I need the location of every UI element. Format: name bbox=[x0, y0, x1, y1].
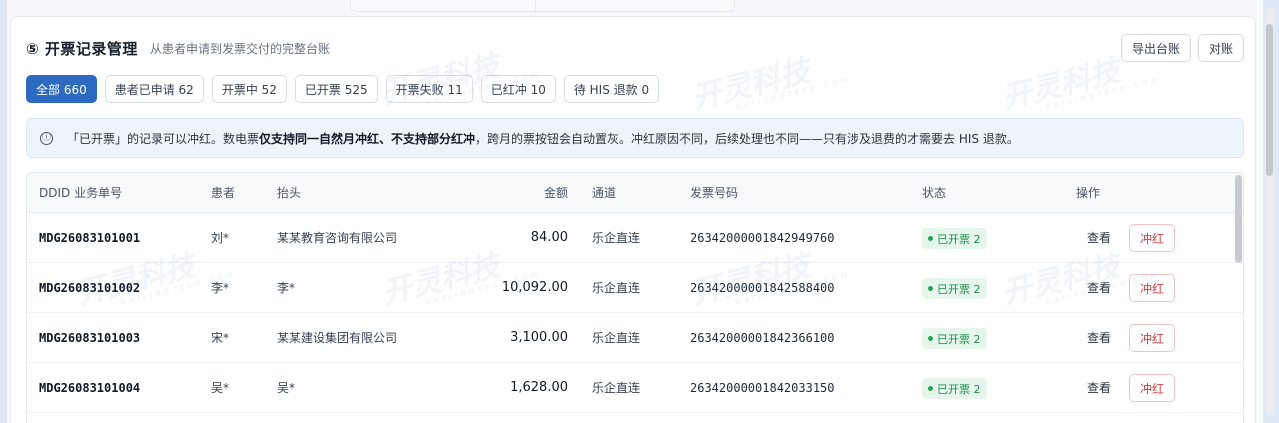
table-row: MDG26083101001 刘* 某某教育咨询有限公司 84.00 乐企直连 … bbox=[27, 213, 1243, 263]
invoice-records-table: DDID 业务单号 患者 抬头 金额 通道 发票号码 状态 操作 MDG2608… bbox=[26, 172, 1244, 423]
table-row: MDG26083101003 宋* 某某建设集团有限公司 3,100.00 乐企… bbox=[27, 313, 1243, 363]
status-badge: 已开票 2 bbox=[922, 378, 987, 399]
view-button[interactable]: 查看 bbox=[1087, 213, 1111, 263]
view-button[interactable]: 查看 bbox=[1087, 313, 1111, 363]
col-header-payer: 抬头 bbox=[277, 186, 302, 200]
cell-id: MDG26083101002 bbox=[39, 281, 141, 295]
view-button[interactable]: 查看 bbox=[1087, 363, 1111, 413]
cell-id: MDG26083101001 bbox=[39, 231, 141, 245]
status-badge: 已开票 2 bbox=[922, 278, 987, 299]
tab-pending-his-refund[interactable]: 待 HIS 退款 0 bbox=[563, 75, 660, 103]
section-header: ⑤ 开票记录管理 从患者申请到发票交付的完整台账 bbox=[26, 36, 330, 60]
red-reverse-button[interactable]: 冲红 bbox=[1129, 374, 1175, 402]
cell-invoice-number: 26342000001842366100 bbox=[690, 331, 835, 345]
tab-invoicing[interactable]: 开票中 52 bbox=[211, 75, 287, 103]
info-icon: ⓘ bbox=[40, 131, 53, 145]
cell-patient: 吴* bbox=[211, 381, 230, 395]
table-row: MDG26083101002 李* 李* 10,092.00 乐企直连 2634… bbox=[27, 263, 1243, 313]
status-dot-icon bbox=[928, 386, 933, 391]
col-header-actions: 操作 bbox=[1076, 186, 1101, 200]
status-badge: 已开票 2 bbox=[922, 328, 987, 349]
status-dot-icon bbox=[928, 236, 933, 241]
cell-id: MDG26083101004 bbox=[39, 381, 141, 395]
notice-text: 「已开票」的记录可以冲红。数电票仅支持同一自然月冲红、不支持部分红冲，跨月的票按… bbox=[67, 131, 1019, 146]
cell-channel: 乐企直连 bbox=[592, 281, 641, 295]
cell-channel: 乐企直连 bbox=[592, 231, 641, 245]
tab-invoiced[interactable]: 已开票 525 bbox=[294, 75, 378, 103]
col-header-id: DDID 业务单号 bbox=[39, 186, 123, 200]
section-title: ⑤ 开票记录管理 bbox=[26, 39, 138, 58]
red-reverse-button[interactable]: 冲红 bbox=[1129, 274, 1175, 302]
cell-amount: 84.00 bbox=[530, 230, 568, 245]
tab-red-reversed[interactable]: 已红冲 10 bbox=[480, 75, 556, 103]
col-header-invoice: 发票号码 bbox=[690, 186, 739, 200]
red-reverse-button[interactable]: 冲红 bbox=[1129, 224, 1175, 252]
table-scrollbar-thumb[interactable] bbox=[1235, 175, 1242, 263]
export-ledger-button[interactable]: 导出台账 bbox=[1121, 34, 1191, 62]
cell-amount: 3,100.00 bbox=[510, 330, 568, 345]
tab-patient-applied[interactable]: 患者已申请 62 bbox=[104, 75, 204, 103]
cell-invoice-number: 26342000001842033150 bbox=[690, 381, 835, 395]
cell-payer: 李* bbox=[277, 281, 296, 295]
reconcile-button[interactable]: 对账 bbox=[1198, 34, 1244, 62]
col-header-channel: 通道 bbox=[592, 186, 617, 200]
tab-all[interactable]: 全部 660 bbox=[26, 75, 97, 103]
cell-payer: 某某建设集团有限公司 bbox=[277, 331, 398, 345]
cell-id: MDG26083101003 bbox=[39, 331, 141, 345]
tab-failed[interactable]: 开票失败 11 bbox=[385, 75, 473, 103]
cell-channel: 乐企直连 bbox=[592, 381, 641, 395]
previous-section-card bbox=[350, 0, 735, 13]
cell-channel: 乐企直连 bbox=[592, 331, 641, 345]
cell-amount: 1,628.00 bbox=[510, 380, 568, 395]
cell-patient: 李* bbox=[211, 281, 230, 295]
table-row: MDG26083101004 吴* 吴* 1,628.00 乐企直连 26342… bbox=[27, 363, 1243, 413]
cell-patient: 刘* bbox=[211, 231, 230, 245]
status-dot-icon bbox=[928, 286, 933, 291]
red-reverse-button[interactable]: 冲红 bbox=[1129, 324, 1175, 352]
col-header-amount: 金额 bbox=[544, 186, 569, 200]
cell-invoice-number: 26342000001842588400 bbox=[690, 281, 835, 295]
cell-amount: 10,092.00 bbox=[501, 280, 568, 295]
cell-invoice-number: 26342000001842949760 bbox=[690, 231, 835, 245]
info-notice: ⓘ 「已开票」的记录可以冲红。数电票仅支持同一自然月冲红、不支持部分红冲，跨月的… bbox=[26, 118, 1244, 158]
cell-payer: 吴* bbox=[277, 381, 296, 395]
section-subtitle: 从患者申请到发票交付的完整台账 bbox=[149, 41, 330, 56]
cell-payer: 某某教育咨询有限公司 bbox=[277, 231, 398, 245]
view-button[interactable]: 查看 bbox=[1087, 263, 1111, 313]
col-header-patient: 患者 bbox=[211, 186, 236, 200]
status-filter-tabs: 全部 660 患者已申请 62 开票中 52 已开票 525 开票失败 11 已… bbox=[26, 75, 667, 103]
table-header: DDID 业务单号 患者 抬头 金额 通道 发票号码 状态 操作 bbox=[27, 173, 1243, 213]
status-badge: 已开票 2 bbox=[922, 228, 987, 249]
col-header-status: 状态 bbox=[922, 186, 947, 200]
status-dot-icon bbox=[928, 336, 933, 341]
cell-patient: 宋* bbox=[211, 331, 230, 345]
page-scrollbar-thumb[interactable] bbox=[1266, 24, 1273, 176]
